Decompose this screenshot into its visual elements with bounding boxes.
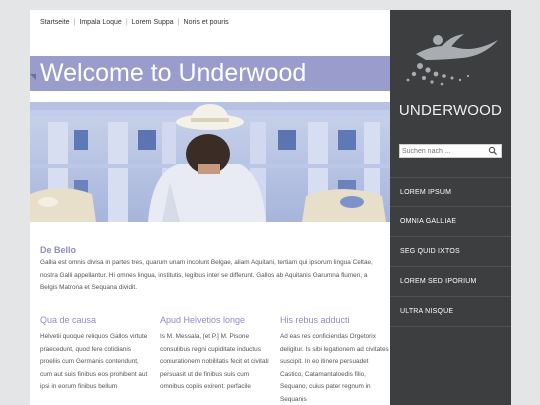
hero-photo-person-with-hat <box>30 102 390 222</box>
column-heading: Qua de causa <box>40 315 97 325</box>
sidebar-item-lorem-ipsum[interactable]: LOREM IPSUM <box>390 177 511 207</box>
search-box <box>399 144 502 158</box>
logo[interactable] <box>398 30 502 90</box>
sidebar-item-lorem-sed-iporium[interactable]: LOREM SED IPORIUM <box>390 267 511 297</box>
nav-separator: | <box>125 19 128 26</box>
search-input[interactable] <box>400 145 488 157</box>
column-text: Ad eas res conficiendas Orgetorix deligi… <box>280 333 389 403</box>
column-heading: His rebus adducti <box>280 315 350 325</box>
sidebar: UNDERWOOD LOREM IPSUM OMNIA GALLIAE SEG … <box>390 10 511 405</box>
nav-separator: | <box>177 19 180 26</box>
hero-image <box>30 102 390 222</box>
nav-link-impala-loque[interactable]: Impala Loque <box>79 19 121 26</box>
title-ribbon-fold <box>30 74 36 80</box>
column-text: Helvetii quoque reliquos Gallos virtute … <box>40 333 148 390</box>
sidebar-item-ultra-nisque[interactable]: ULTRA NISQUE <box>390 297 511 327</box>
content-column-1: Qua de causa Helvetii quoque reliquos Ga… <box>40 315 152 394</box>
content-column-3: His rebus adducti Ad eas res conficienda… <box>280 315 390 405</box>
page: Startseite | Impala Loque | Lorem Suppa | Nori… <box>30 10 511 405</box>
search-icon[interactable] <box>488 146 498 156</box>
content-column-2: Apud Helvetios longe Is M. Messala, [et … <box>160 315 272 394</box>
swimmer-logo-icon <box>406 34 498 86</box>
sidebar-menu: LOREM IPSUM OMNIA GALLIAE SEG QUID IXTOS… <box>390 177 511 327</box>
main-content: Startseite | Impala Loque | Lorem Suppa | Nori… <box>30 10 390 405</box>
page-title: Welcome to Underwood <box>30 55 390 91</box>
nav-separator: | <box>73 19 76 26</box>
column-text: Is M. Messala, [et P.] M. Pisone consuli… <box>160 333 269 390</box>
sidebar-item-seg-quid-ixtos[interactable]: SEG QUID IXTOS <box>390 237 511 267</box>
nav-link-lorem-suppa[interactable]: Lorem Suppa <box>132 19 174 26</box>
top-navigation: Startseite | Impala Loque | Lorem Suppa | Nori… <box>40 19 229 26</box>
brand-name: UNDERWOOD <box>398 102 503 119</box>
sidebar-item-omnia-galliae[interactable]: OMNIA GALLIAE <box>390 207 511 237</box>
nav-link-startseite[interactable]: Startseite <box>40 19 70 26</box>
column-heading: Apud Helvetios longe <box>160 315 246 325</box>
nav-link-noris-et-pouris[interactable]: Noris et pouris <box>184 19 229 26</box>
intro-heading: De Bello <box>40 245 77 256</box>
intro-paragraph: Gallia est omnis divisa in partes tres, … <box>40 259 373 291</box>
